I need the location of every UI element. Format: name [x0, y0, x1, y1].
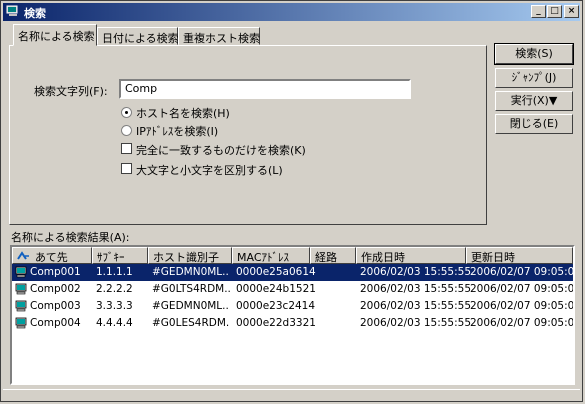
table-row[interactable]: Comp001 1.1.1.1 #GEDMN0ML... 0000e25a061… — [12, 264, 573, 281]
cell-destination: Comp004 — [30, 317, 81, 329]
radio-ip-address[interactable] — [121, 125, 132, 136]
search-button[interactable]: 検索(S) — [494, 43, 574, 65]
case-sensitive-label[interactable]: 大文字と小文字を区別する(L) — [136, 162, 283, 178]
column-header-updated[interactable]: 更新日時 — [466, 247, 573, 264]
column-header-label: あて先 — [35, 251, 68, 264]
cell-mac: 0000e24b1521 — [236, 283, 316, 295]
radio-ip-address-label[interactable]: IPｱﾄﾞﾚｽを検索(I) — [136, 123, 218, 139]
search-string-label: 検索文字列(F): — [34, 85, 108, 98]
close-button[interactable]: 閉じる(E) — [495, 114, 573, 134]
column-header-created[interactable]: 作成日時 — [356, 247, 466, 264]
tab-duplicate-host-search[interactable]: 重複ホスト検索 — [178, 27, 260, 45]
cell-created: 2006/02/03 15:55:55 — [360, 317, 472, 329]
title-bar[interactable]: 検索 _ □ × — [3, 3, 580, 21]
cell-subkey: 1.1.1.1 — [96, 266, 133, 278]
cell-subkey: 2.2.2.2 — [96, 283, 133, 295]
computer-icon — [15, 283, 27, 295]
table-row[interactable]: Comp004 4.4.4.4 #G0LES4RDM... 0000e22d33… — [12, 315, 573, 332]
cell-created: 2006/02/03 15:55:55 — [360, 283, 472, 295]
tab-name-search[interactable]: 名称による検索 — [13, 24, 97, 46]
cell-destination: Comp001 — [30, 266, 81, 278]
radio-host-name[interactable] — [121, 107, 132, 118]
results-label: 名称による検索結果(A): — [11, 231, 130, 244]
radio-host-name-label[interactable]: ホスト名を検索(H) — [136, 105, 230, 121]
case-sensitive-checkbox[interactable] — [121, 163, 132, 174]
column-header-host-id[interactable]: ホスト識別子 — [148, 247, 232, 264]
jump-button[interactable]: ｼﾞｬﾝﾌﾟ(J) — [495, 68, 573, 88]
status-bar — [3, 389, 580, 402]
search-string-input[interactable]: Comp — [119, 79, 411, 99]
column-header-route[interactable]: 経路 — [310, 247, 356, 264]
exact-match-checkbox[interactable] — [121, 143, 132, 154]
app-icon — [6, 5, 18, 16]
maximize-button[interactable]: □ — [547, 5, 562, 18]
column-header-subkey[interactable]: ｻﾌﾞｷｰ — [92, 247, 148, 264]
cell-destination: Comp002 — [30, 283, 81, 295]
cell-updated: 2006/02/07 09:05:00 — [470, 300, 575, 312]
cell-mac: 0000e22d3321 — [236, 317, 316, 329]
computer-icon — [15, 266, 27, 278]
cell-updated: 2006/02/07 09:05:00 — [470, 266, 575, 278]
sort-arrow-icon — [17, 251, 29, 260]
tab-date-search[interactable]: 日付による検索 — [97, 27, 179, 45]
table-row[interactable]: Comp002 2.2.2.2 #G0LTS4RDM... 0000e24b15… — [12, 281, 573, 298]
tab-panel — [9, 45, 487, 225]
cell-host-id: #GEDMN0ML... — [152, 300, 230, 312]
cell-created: 2006/02/03 15:55:55 — [360, 266, 472, 278]
cell-updated: 2006/02/07 09:05:00 — [470, 317, 575, 329]
table-row[interactable]: Comp003 3.3.3.3 #GEDMN0ML... 0000e23c241… — [12, 298, 573, 315]
window-title: 検索 — [24, 7, 46, 20]
results-list[interactable]: あて先 ｻﾌﾞｷｰ ホスト識別子 MACｱﾄﾞﾚｽ 経路 作成日時 更新日時 C… — [10, 245, 575, 385]
cell-created: 2006/02/03 15:55:55 — [360, 300, 472, 312]
column-header-mac[interactable]: MACｱﾄﾞﾚｽ — [232, 247, 310, 264]
computer-icon — [15, 317, 27, 329]
cell-mac: 0000e23c2414 — [236, 300, 316, 312]
minimize-button[interactable]: _ — [531, 5, 546, 18]
exact-match-label[interactable]: 完全に一致するものだけを検索(K) — [136, 142, 306, 158]
cell-subkey: 3.3.3.3 — [96, 300, 133, 312]
close-window-button[interactable]: × — [564, 5, 579, 18]
cell-host-id: #GEDMN0ML... — [152, 266, 230, 278]
column-header-destination[interactable]: あて先 — [12, 247, 92, 264]
cell-updated: 2006/02/07 09:05:00 — [470, 283, 575, 295]
computer-icon — [15, 300, 27, 312]
cell-mac: 0000e25a0614 — [236, 266, 316, 278]
cell-subkey: 4.4.4.4 — [96, 317, 133, 329]
cell-host-id: #G0LES4RDM... — [152, 317, 230, 329]
cell-destination: Comp003 — [30, 300, 81, 312]
cell-host-id: #G0LTS4RDM... — [152, 283, 230, 295]
run-button[interactable]: 実行(X)▼ — [495, 91, 573, 111]
search-window: 検索 _ □ × 名称による検索 日付による検索 重複ホスト検索 検索文字列(F… — [0, 0, 583, 402]
